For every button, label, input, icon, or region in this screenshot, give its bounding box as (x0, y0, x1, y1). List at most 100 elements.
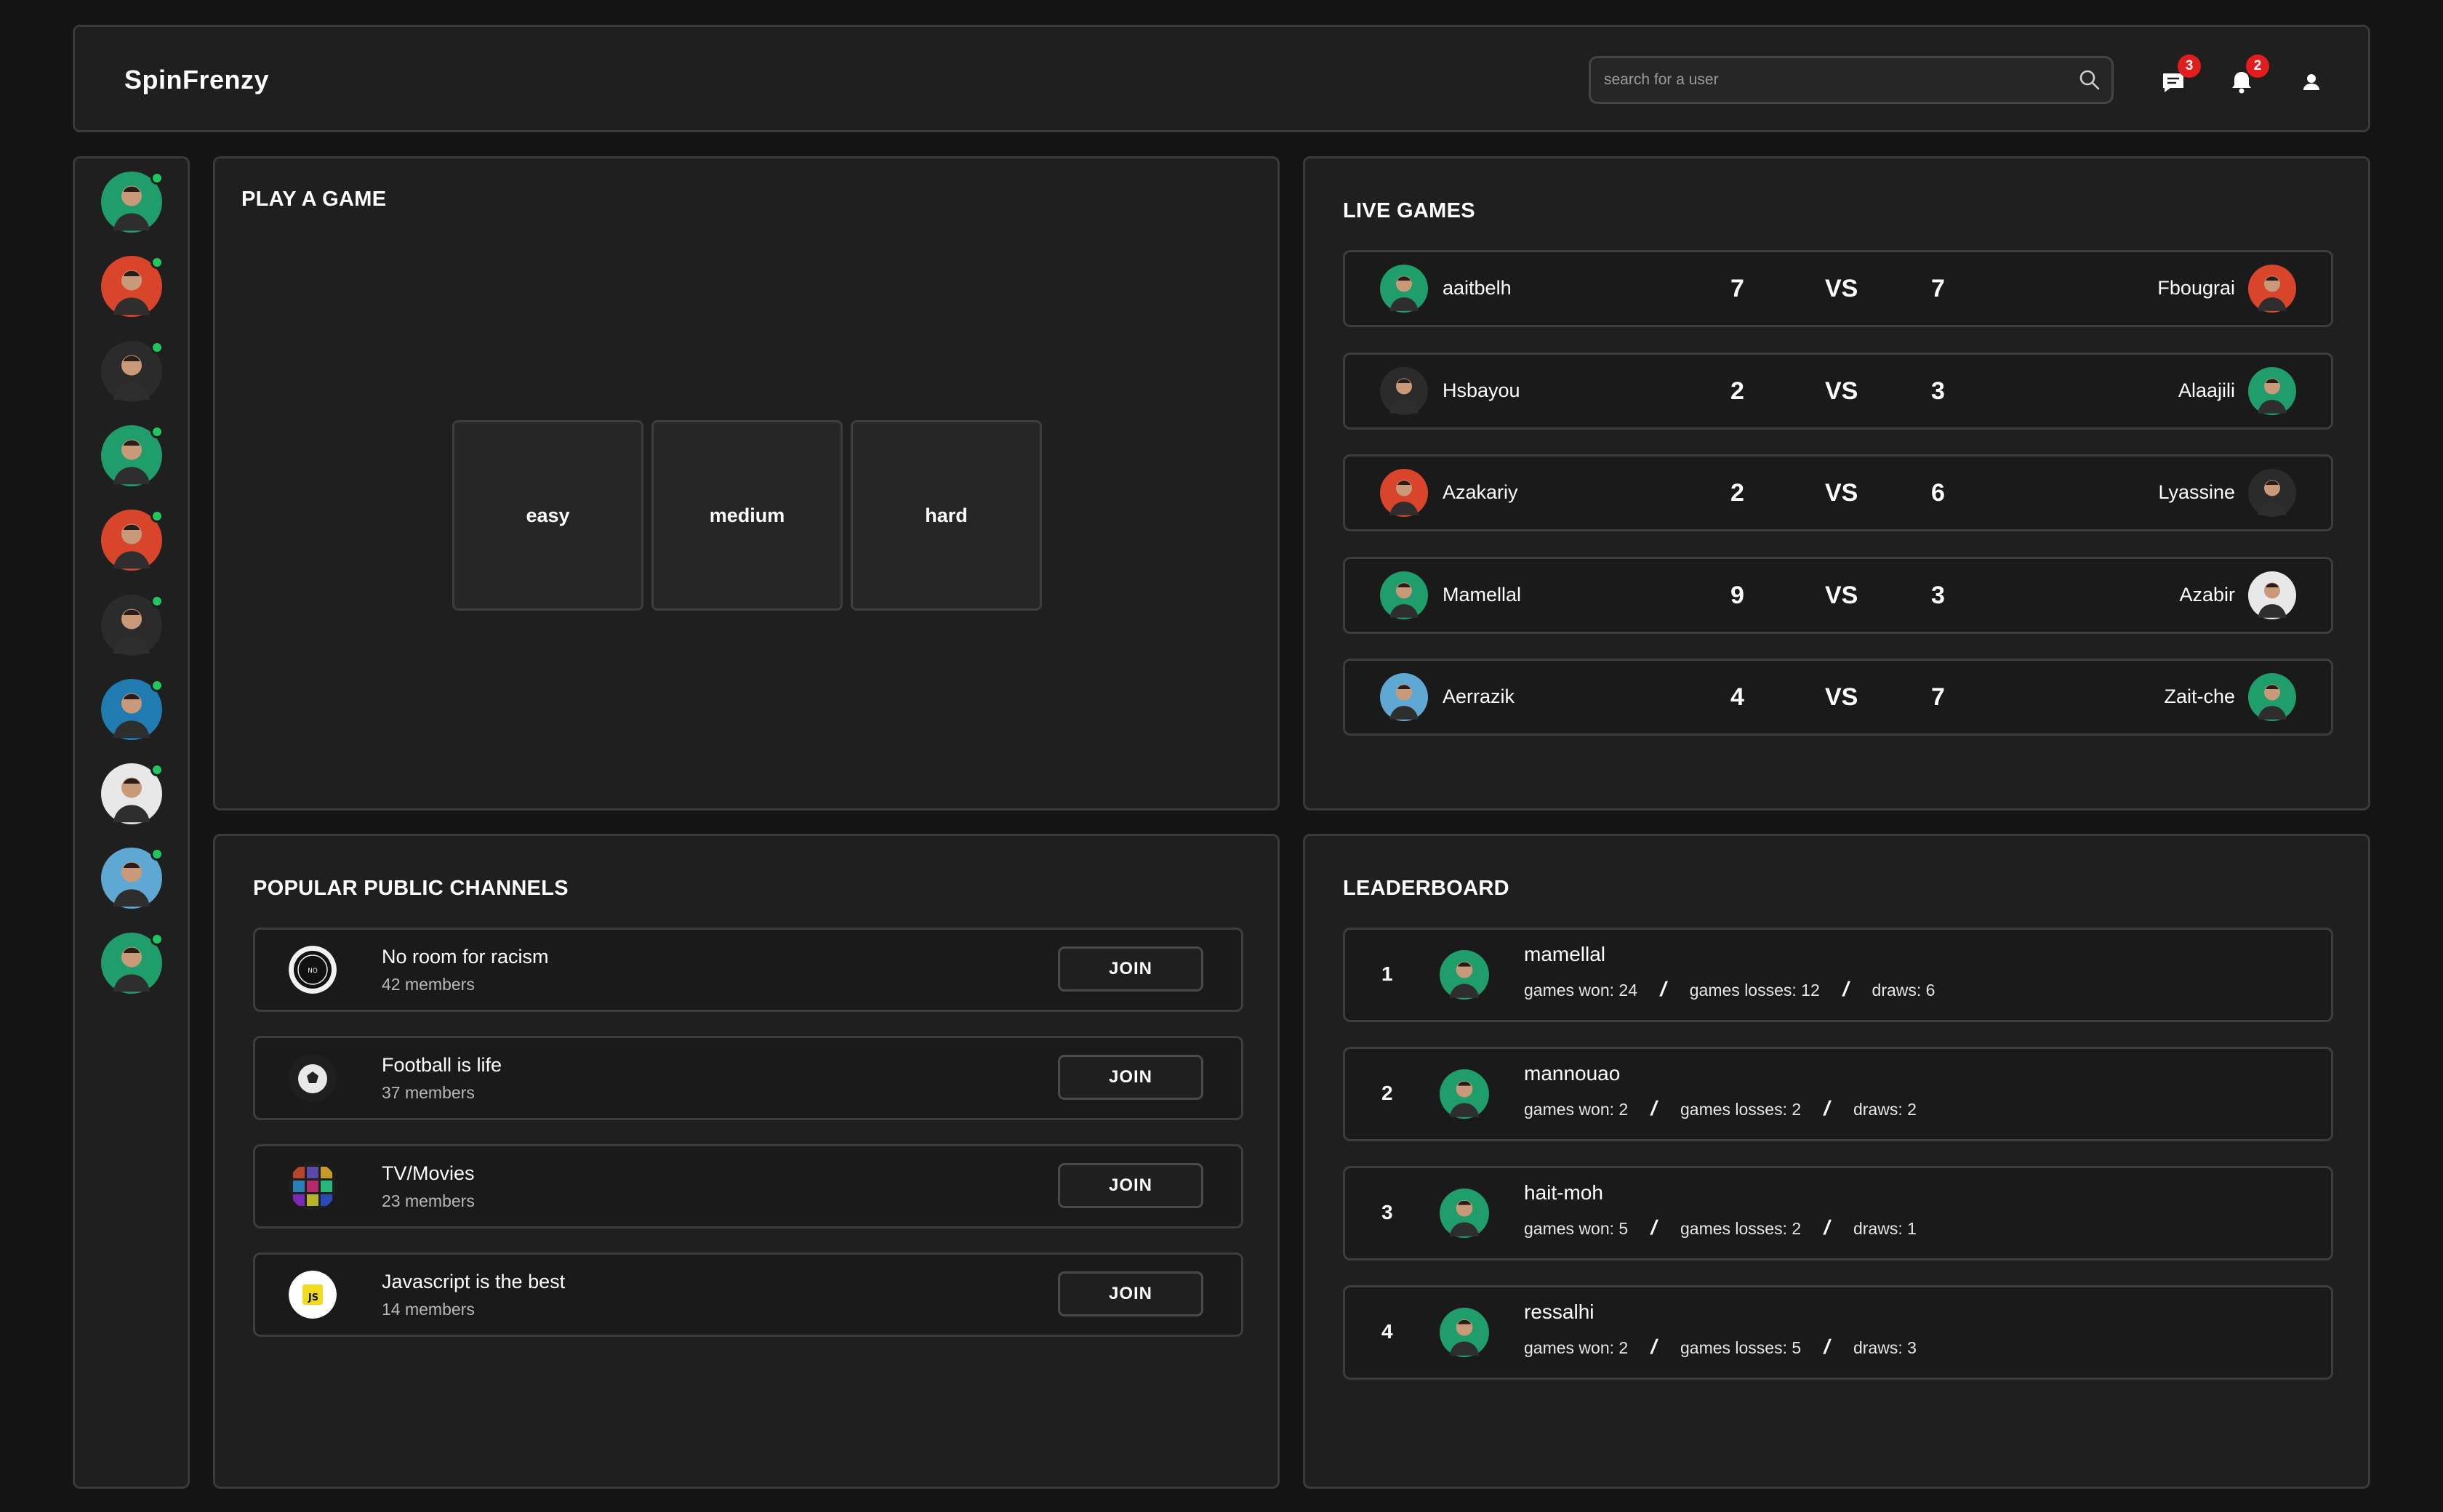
channel-name[interactable]: No room for racism (382, 946, 549, 968)
games-losses: games losses: 2 (1680, 1219, 1802, 1238)
player-avatar (1440, 1189, 1489, 1238)
left-player-name: aaitbelh (1443, 277, 1512, 299)
right-player-name: Zait-che (2164, 685, 2235, 707)
live-games-title: LIVE GAMES (1343, 199, 1475, 222)
profile-button[interactable] (2297, 68, 2326, 97)
games-won: games won: 5 (1524, 1219, 1629, 1238)
left-player-score: 7 (1730, 275, 1744, 302)
friend-avatar[interactable] (101, 594, 164, 656)
join-channel-button[interactable]: JOIN (1058, 946, 1203, 992)
player-name[interactable]: mamellal (1524, 943, 1605, 966)
right-player-score: 7 (1931, 275, 1945, 302)
user-icon (2303, 74, 2319, 90)
live-game-row[interactable]: Azakariy 2 VS 6 Lyassine (1343, 454, 2333, 531)
left-player-name: Hsbayou (1443, 379, 1520, 401)
join-channel-button[interactable]: JOIN (1058, 1271, 1203, 1316)
left-player-score: 4 (1730, 683, 1744, 711)
friend-avatar[interactable] (101, 256, 164, 318)
versus-label: VS (1825, 683, 1858, 711)
online-status-dot (151, 932, 164, 946)
messages-badge: 3 (2178, 55, 2201, 78)
left-player-score: 9 (1730, 581, 1744, 609)
rank-number: 2 (1381, 1082, 1393, 1104)
friend-avatar[interactable] (101, 763, 164, 825)
live-game-row[interactable]: aaitbelh 7 VS 7 Fbougrai (1343, 250, 2333, 327)
rank-number: 1 (1381, 962, 1393, 985)
friend-avatar[interactable] (101, 848, 164, 909)
play-game-title: PLAY A GAME (241, 188, 387, 211)
hard-button[interactable]: hard (851, 420, 1042, 611)
live-game-row[interactable]: Aerrazik 4 VS 7 Zait-che (1343, 659, 2333, 736)
games-won: games won: 2 (1524, 1338, 1629, 1357)
leaderboard-row[interactable]: 1 mamellal games won: 24 / games losses: 12 /… (1343, 928, 2333, 1022)
player-stats: games won: 2 / games losses: 2 / draws: 2 (1524, 1097, 1917, 1120)
live-game-row[interactable]: Mamellal 9 VS 3 Azabir (1343, 556, 2333, 634)
player-avatar (2248, 673, 2296, 721)
left-player-score: 2 (1730, 377, 1744, 405)
stat-separator: / (1821, 1216, 1833, 1239)
left-player-score: 2 (1730, 479, 1744, 507)
right-player-name: Lyassine (2158, 481, 2235, 503)
games-losses: games losses: 2 (1680, 1100, 1802, 1119)
search-input[interactable] (1604, 58, 2055, 102)
player-avatar (1440, 1069, 1489, 1119)
versus-label: VS (1825, 275, 1858, 302)
right-player-score: 7 (1931, 683, 1945, 711)
user-search-box[interactable] (1589, 56, 2114, 104)
player-name[interactable]: hait-moh (1524, 1181, 1603, 1205)
notifications-button[interactable]: 2 (2227, 55, 2269, 97)
player-avatar (1380, 571, 1428, 619)
public-channels-title: POPULAR PUBLIC CHANNELS (253, 877, 569, 900)
player-avatar (2248, 265, 2296, 313)
draws: draws: 6 (1872, 981, 1935, 1000)
rank-number: 4 (1381, 1320, 1393, 1343)
player-avatar (1380, 673, 1428, 721)
versus-label: VS (1825, 581, 1858, 609)
games-won: games won: 2 (1524, 1100, 1629, 1119)
right-player-name: Alaajili (2178, 379, 2235, 401)
notifications-badge: 2 (2246, 55, 2269, 78)
leaderboard-row[interactable]: 4 ressalhi games won: 2 / games losses: 5 / dr… (1343, 1285, 2333, 1380)
app-logo[interactable]: SpinFrenzy (124, 65, 269, 95)
friend-avatar[interactable] (101, 510, 164, 571)
player-avatar (2248, 469, 2296, 517)
friend-avatar[interactable] (101, 340, 164, 402)
channel-name[interactable]: Football is life (382, 1054, 502, 1077)
player-avatar (1380, 469, 1428, 517)
join-channel-button[interactable]: JOIN (1058, 1055, 1203, 1100)
live-game-row[interactable]: Hsbayou 2 VS 3 Alaajili (1343, 352, 2333, 430)
games-losses: games losses: 12 (1689, 981, 1820, 1000)
player-avatar (2248, 571, 2296, 619)
stat-separator: / (1649, 1335, 1660, 1358)
friend-avatar[interactable] (101, 172, 164, 233)
channel-member-count: 42 members (382, 975, 475, 994)
online-status-dot (151, 425, 164, 438)
versus-label: VS (1825, 479, 1858, 507)
football-icon (289, 1054, 337, 1102)
channel-name[interactable]: TV/Movies (382, 1162, 475, 1185)
player-stats: games won: 24 / games losses: 12 / draws: 6 (1524, 978, 1935, 1001)
rank-number: 3 (1381, 1201, 1393, 1223)
leaderboard-row[interactable]: 2 mannouao games won: 2 / games losses: 2 / dr… (1343, 1047, 2333, 1141)
svg-text:NO: NO (308, 968, 318, 975)
stat-separator: / (1821, 1097, 1833, 1119)
easy-button[interactable]: easy (452, 420, 643, 611)
medium-button[interactable]: medium (651, 420, 843, 611)
draws: draws: 2 (1853, 1100, 1917, 1119)
right-player-score: 3 (1931, 581, 1945, 609)
join-channel-button[interactable]: JOIN (1058, 1163, 1203, 1208)
messages-button[interactable]: 3 (2159, 55, 2201, 97)
stat-separator: / (1649, 1097, 1660, 1119)
leaderboard-row[interactable]: 3 hait-moh games won: 5 / games losses: 2 / dr… (1343, 1166, 2333, 1260)
player-name[interactable]: ressalhi (1524, 1300, 1594, 1324)
live-games-panel: LIVE GAMES aaitbelh 7 VS 7 Fbougrai Hsbayou 2 V… (1303, 156, 2370, 811)
channel-name[interactable]: Javascript is the best (382, 1271, 565, 1293)
games-losses: games losses: 5 (1680, 1338, 1802, 1357)
search-icon[interactable] (2078, 68, 2101, 92)
player-name[interactable]: mannouao (1524, 1062, 1620, 1085)
stat-separator: / (1840, 978, 1851, 1000)
stat-separator: / (1658, 978, 1669, 1000)
friend-avatar[interactable] (101, 678, 164, 740)
friend-avatar[interactable] (101, 425, 164, 486)
friend-avatar[interactable] (101, 932, 164, 994)
